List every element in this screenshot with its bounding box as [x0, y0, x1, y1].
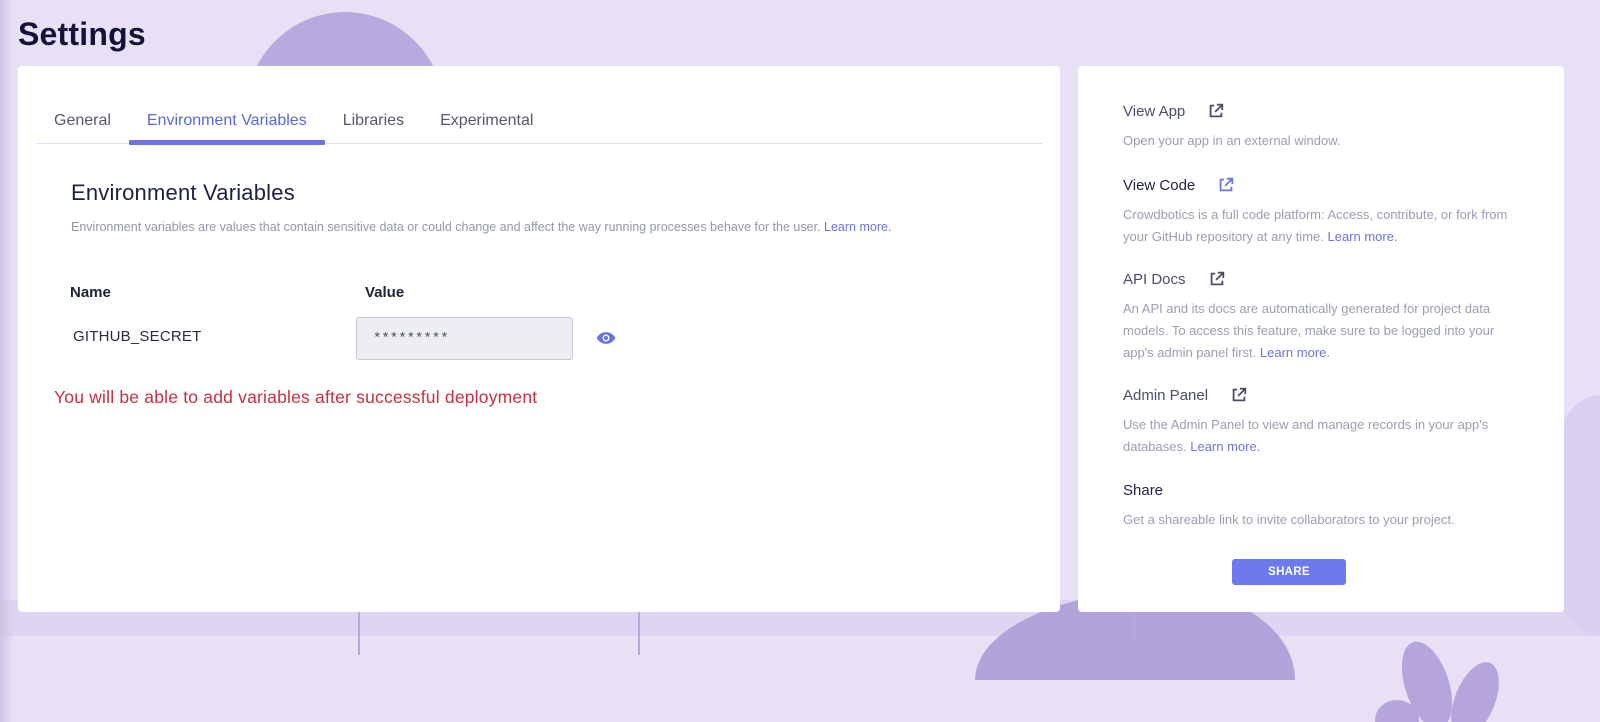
settings-card: General Environment Variables Libraries … — [18, 66, 1060, 612]
quick-links-card: View App Open your app in an external wi… — [1078, 66, 1564, 612]
view-code-title[interactable]: View Code — [1123, 177, 1195, 194]
view-code-header: View Code — [1123, 176, 1523, 194]
api-docs-title[interactable]: API Docs — [1123, 271, 1186, 288]
background-leaf — [1392, 635, 1462, 722]
view-code-description-text: Crowdbotics is a full code platform: Acc… — [1123, 207, 1508, 244]
share-title: Share — [1123, 482, 1164, 499]
left-edge-shadow — [0, 0, 14, 722]
view-app-title[interactable]: View App — [1123, 103, 1185, 120]
api-docs-description: An API and its docs are automatically ge… — [1123, 298, 1523, 364]
deployment-warning: You will be able to add variables after … — [54, 387, 538, 407]
admin-panel-header: Admin Panel — [1123, 386, 1523, 404]
view-app-section: View App Open your app in an external wi… — [1123, 102, 1523, 152]
view-code-description: Crowdbotics is a full code platform: Acc… — [1123, 204, 1523, 248]
variable-value-input[interactable] — [356, 317, 573, 360]
tab-general[interactable]: General — [36, 98, 129, 144]
tab-environment-variables[interactable]: Environment Variables — [128, 98, 325, 145]
api-docs-section: API Docs An API and its docs are automat… — [1123, 270, 1523, 364]
column-header-value: Value — [365, 284, 405, 301]
section-description: Environment variables are values that co… — [71, 220, 891, 234]
share-header: Share — [1123, 482, 1523, 499]
variable-name: GITHUB_SECRET — [73, 328, 202, 345]
external-link-icon[interactable] — [1217, 176, 1235, 194]
share-button[interactable]: SHARE — [1232, 559, 1346, 585]
page-title: Settings — [18, 16, 146, 52]
column-header-name: Name — [70, 284, 111, 301]
section-title: Environment Variables — [71, 180, 295, 205]
api-docs-header: API Docs — [1123, 270, 1523, 288]
admin-panel-description-text: Use the Admin Panel to view and manage r… — [1123, 417, 1489, 454]
external-link-icon[interactable] — [1230, 386, 1248, 404]
eye-icon[interactable] — [596, 331, 616, 345]
view-app-description: Open your app in an external window. — [1123, 133, 1341, 148]
admin-panel-description: Use the Admin Panel to view and manage r… — [1123, 414, 1523, 458]
background-leaf — [1441, 655, 1509, 722]
settings-tabs: General Environment Variables Libraries … — [36, 98, 1042, 145]
tab-experimental[interactable]: Experimental — [422, 98, 551, 144]
share-description: Get a shareable link to invite collabora… — [1123, 512, 1455, 527]
view-code-section: View Code Crowdbotics is a full code pla… — [1123, 176, 1523, 248]
api-docs-learn-more-link[interactable]: Learn more. — [1260, 345, 1330, 360]
external-link-icon[interactable] — [1207, 102, 1225, 120]
section-description-text: Environment variables are values that co… — [71, 220, 821, 234]
share-section: Share Get a shareable link to invite col… — [1123, 482, 1523, 531]
admin-panel-learn-more-link[interactable]: Learn more. — [1190, 439, 1260, 454]
learn-more-link[interactable]: Learn more. — [824, 220, 891, 234]
background-leaf — [1375, 700, 1419, 722]
admin-panel-title[interactable]: Admin Panel — [1123, 387, 1208, 404]
admin-panel-section: Admin Panel Use the Admin Panel to view … — [1123, 386, 1523, 458]
external-link-icon[interactable] — [1208, 270, 1226, 288]
view-code-learn-more-link[interactable]: Learn more. — [1327, 229, 1397, 244]
view-app-header: View App — [1123, 102, 1523, 120]
tab-libraries[interactable]: Libraries — [325, 98, 422, 144]
